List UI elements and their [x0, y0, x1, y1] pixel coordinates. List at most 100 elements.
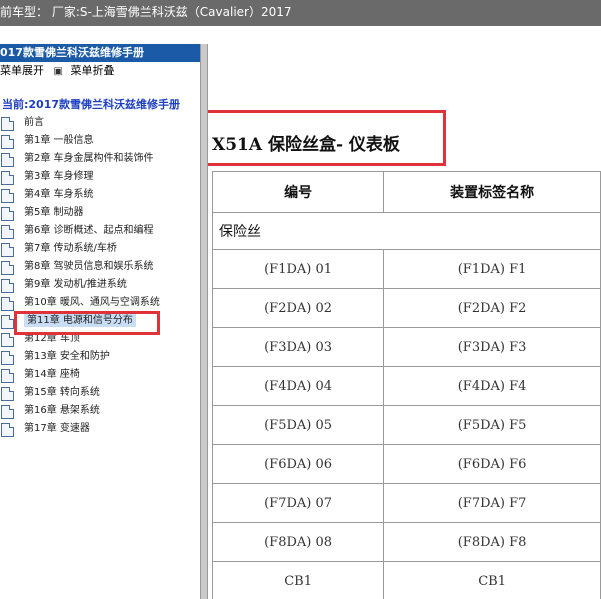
- tree-item-label: 第6章 诊断概述、起点和编程: [24, 225, 154, 236]
- cell-device-label: (F3DA) F3: [383, 327, 601, 367]
- cell-number: (F5DA) 05: [211, 405, 385, 445]
- cell-number: (F7DA) 07: [211, 483, 385, 523]
- pane-splitter[interactable]: [200, 44, 208, 599]
- tree-item[interactable]: 第10章 暖风、通风与空调系统: [0, 294, 200, 312]
- tree-item[interactable]: 第8章 驾驶员信息和娱乐系统: [0, 258, 200, 276]
- tree-item[interactable]: 第9章 发动机/推进系统: [0, 276, 200, 294]
- tree-item-label: 第17章 变速器: [24, 423, 90, 434]
- table-row: (F5DA) 05 (F5DA) F5: [211, 405, 601, 445]
- document-icon: [1, 153, 14, 167]
- table-section-row: 保险丝: [212, 212, 601, 250]
- document-icon: [1, 135, 14, 149]
- document-icon: [1, 243, 14, 257]
- vehicle-model-text: 前车型： 厂家:S-上海雪佛兰科沃兹（Cavalier）2017: [0, 5, 292, 19]
- tree-item[interactable]: 第5章 制动器: [0, 204, 200, 222]
- tree-item-label: 第10章 暖风、通风与空调系统: [24, 297, 160, 308]
- table-row: (F2DA) 02 (F2DA) F2: [211, 288, 601, 328]
- tree-item-label: 第3章 车身修理: [24, 171, 94, 182]
- menu-collapse-button[interactable]: 菜单折叠: [70, 64, 114, 77]
- cell-number: (F2DA) 02: [211, 288, 385, 328]
- current-manual-label: 当前:2017款雪佛兰科沃兹维修手册: [2, 98, 181, 111]
- document-icon: [1, 351, 14, 365]
- document-icon: [1, 207, 14, 221]
- document-icon: [1, 171, 14, 185]
- tree-item[interactable]: 第15章 转向系统: [0, 384, 200, 402]
- tree-item[interactable]: 第13章 安全和防护: [0, 348, 200, 366]
- table-row: (F3DA) 03 (F3DA) F3: [211, 327, 601, 367]
- cell-number: (F6DA) 06: [211, 444, 385, 484]
- cell-device-label: (F8DA) F8: [383, 522, 601, 562]
- tree-item[interactable]: 第16章 悬架系统: [0, 402, 200, 420]
- tree-item-label: 第16章 悬架系统: [24, 405, 100, 416]
- tree-item[interactable]: 第1章 一般信息: [0, 132, 200, 150]
- document-icon: [1, 423, 14, 437]
- table-row: (F7DA) 07 (F7DA) F7: [211, 483, 601, 523]
- cell-device-label: (F1DA) F1: [383, 249, 601, 289]
- tree-item-label: 第14章 座椅: [24, 369, 80, 380]
- tree-item-label: 第8章 驾驶员信息和娱乐系统: [24, 261, 154, 272]
- section-label: 保险丝: [212, 212, 601, 250]
- table-row: (F6DA) 06 (F6DA) F6: [211, 444, 601, 484]
- sidebar: 017款雪佛兰科沃兹维修手册 菜单展开 ▣ 菜单折叠 当前:2017款雪佛兰科沃…: [0, 44, 200, 599]
- cell-number: (F3DA) 03: [211, 327, 385, 367]
- table-row: (F8DA) 08 (F8DA) F8: [211, 522, 601, 562]
- tree-item[interactable]: 第17章 变速器: [0, 420, 200, 438]
- tree-item-label: 第13章 安全和防护: [24, 351, 110, 362]
- document-icon: [1, 117, 14, 131]
- table-row: (F1DA) 01 (F1DA) F1: [211, 249, 601, 289]
- cell-device-label: (F2DA) F2: [383, 288, 601, 328]
- cell-number: (F4DA) 04: [211, 366, 385, 406]
- document-icon: [1, 261, 14, 275]
- tree-item-label: 第4章 车身系统: [24, 189, 94, 200]
- document-icon: [1, 405, 14, 419]
- tree-item-label: 第2章 车身金属构件和装饰件: [24, 153, 154, 164]
- document-icon: [1, 189, 14, 203]
- document-icon: [1, 387, 14, 401]
- column-header-number: 编号: [211, 171, 385, 213]
- chapter-tree: 前言第1章 一般信息第2章 车身金属构件和装饰件 第3章 车身修理 第4章 车身系统…: [0, 114, 200, 438]
- tree-item-label: 第9章 发动机/推进系统: [24, 279, 127, 290]
- cell-number: CB1: [211, 561, 385, 599]
- tree-item[interactable]: 第14章 座椅: [0, 366, 200, 384]
- tree-item[interactable]: 第2章 车身金属构件和装饰件: [0, 150, 200, 168]
- tree-item[interactable]: 前言: [0, 114, 200, 132]
- window-titlebar: 前车型： 厂家:S-上海雪佛兰科沃兹（Cavalier）2017: [0, 0, 601, 26]
- cell-device-label: (F4DA) F4: [383, 366, 601, 406]
- tree-item[interactable]: 第3章 车身修理: [0, 168, 200, 186]
- tree-item[interactable]: 第11章 电源和信号分布: [0, 312, 200, 330]
- document-icon: [1, 225, 14, 239]
- document-icon: [1, 279, 14, 293]
- cell-device-label: (F5DA) F5: [383, 405, 601, 445]
- document-icon: [1, 315, 14, 329]
- table-row: (F4DA) 04 (F4DA) F4: [211, 366, 601, 406]
- tree-item-label: 第7章 传动系统/车桥: [24, 243, 117, 254]
- menu-collapse-icon[interactable]: ▣: [54, 63, 63, 81]
- tree-item[interactable]: 第6章 诊断概述、起点和编程: [0, 222, 200, 240]
- tree-item[interactable]: 第7章 传动系统/车桥: [0, 240, 200, 258]
- fuse-table: 编号 装置标签名称 保险丝 (F1DA) 01 (F1DA) F1 (F2DA) 0…: [211, 171, 601, 599]
- tree-item-label: 第11章 电源和信号分布: [24, 314, 136, 327]
- document-icon: [1, 297, 14, 311]
- tree-item-label: 第15章 转向系统: [24, 387, 100, 398]
- tree-item-label: 第12章 车顶: [24, 333, 80, 344]
- toolbar-strip: [0, 26, 601, 44]
- cell-device-label: (F6DA) F6: [383, 444, 601, 484]
- tree-item[interactable]: 第4章 车身系统: [0, 186, 200, 204]
- sidebar-header[interactable]: 017款雪佛兰科沃兹维修手册: [0, 44, 200, 62]
- page-title: X51A 保险丝盒- 仪表板: [212, 135, 400, 155]
- menu-controls: 菜单展开 ▣ 菜单折叠: [0, 62, 200, 80]
- tree-item-label: 前言: [24, 117, 44, 128]
- cell-device-label: CB1: [383, 561, 601, 599]
- table-row: CB1 CB1: [211, 561, 601, 599]
- content-pane: X51A 保险丝盒- 仪表板 编号 装置标签名称 保险丝 (F1DA) 01 (F…: [208, 44, 601, 599]
- cell-number: (F8DA) 08: [211, 522, 385, 562]
- document-icon: [1, 369, 14, 383]
- table-header-row: 编号 装置标签名称: [211, 171, 601, 213]
- tree-item-label: 第5章 制动器: [24, 207, 84, 218]
- tree-item-label: 第1章 一般信息: [24, 135, 94, 146]
- document-icon: [1, 333, 14, 347]
- column-header-device-label: 装置标签名称: [383, 171, 601, 213]
- tree-item[interactable]: 第12章 车顶: [0, 330, 200, 348]
- cell-number: (F1DA) 01: [211, 249, 385, 289]
- menu-expand-button[interactable]: 菜单展开: [0, 64, 44, 77]
